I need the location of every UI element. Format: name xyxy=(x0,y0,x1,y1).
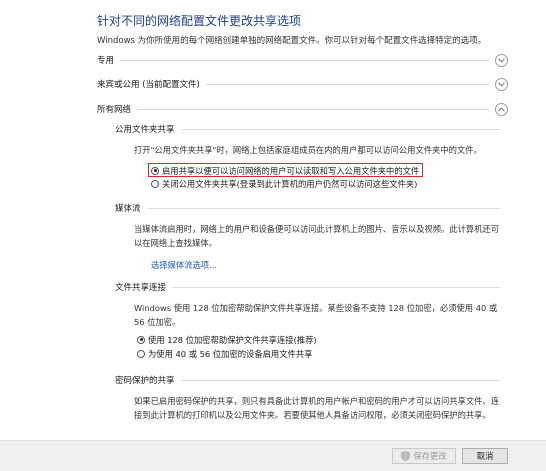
password-protected-sharing-description: 如果已启用密码保护的共享，则只有具备此计算机的用户帐户和密码的用户才可以访问共享… xyxy=(134,396,500,420)
section-private-label: 专用 xyxy=(97,56,115,66)
network-sharing-settings-page: 针对不同的网络配置文件更改共享选项 Windows 为你所使用的每个网络创建单独… xyxy=(0,0,546,471)
password-protected-sharing-heading: 密码保护的共享 xyxy=(115,376,175,386)
radio-button[interactable] xyxy=(151,179,159,188)
media-streaming-description: 当媒体流启用时，网络上的用户和设备便可以访问此计算机上的图片、音乐以及视频。此计… xyxy=(134,224,500,248)
radio-button-selected[interactable] xyxy=(151,166,159,175)
section-guest-public-label: 来宾或公用 (当前配置文件) xyxy=(97,80,200,90)
chevron-down-icon[interactable] xyxy=(495,53,508,67)
section-divider xyxy=(120,59,489,61)
radio-button-selected[interactable] xyxy=(137,335,145,344)
radio-40-56bit-encryption[interactable]: 为使用 40 或 56 位加密的设备启用文件共享 xyxy=(137,347,312,360)
section-all-networks-label: 所有网络 xyxy=(97,105,132,115)
section-private[interactable]: 专用 xyxy=(97,52,508,68)
section-guest-public[interactable]: 来宾或公用 (当前配置文件) xyxy=(97,76,508,92)
radio-disable-public-sharing-label: 关闭公用文件夹共享(登录到此计算机的用户仍然可以访问这些文件夹) xyxy=(162,178,418,189)
media-streaming-header: 媒体流 xyxy=(115,202,501,214)
public-folder-sharing-heading: 公用文件夹共享 xyxy=(115,125,175,135)
subsection-divider xyxy=(146,207,501,209)
subsection-divider xyxy=(172,286,501,288)
radio-button[interactable] xyxy=(137,349,145,358)
media-streaming-options-link[interactable]: 选择媒体流选项... xyxy=(151,259,217,271)
section-divider xyxy=(137,108,489,110)
cancel-button[interactable]: 取消 xyxy=(462,448,508,464)
page-title: 针对不同的网络配置文件更改共享选项 xyxy=(97,14,302,28)
save-changes-label: 保存更改 xyxy=(413,451,447,461)
uac-shield-icon xyxy=(401,451,410,461)
chevron-up-icon[interactable] xyxy=(495,102,508,116)
file-sharing-connections-header: 文件共享连接 xyxy=(115,281,501,293)
radio-128bit-encryption-label: 使用 128 位加密帮助保护文件共享连接(推荐) xyxy=(148,334,317,345)
public-folder-sharing-header: 公用文件夹共享 xyxy=(115,123,501,135)
radio-enable-public-sharing-label: 启用共享以便可以访问网络的用户可以读取和写入公用文件夹中的文件 xyxy=(162,165,420,176)
radio-disable-public-sharing[interactable]: 关闭公用文件夹共享(登录到此计算机的用户仍然可以访问这些文件夹) xyxy=(151,177,417,190)
file-sharing-connections-description: Windows 使用 128 位加密帮助保护文件共享连接。某些设备不支持 128… xyxy=(134,303,498,327)
media-streaming-heading: 媒体流 xyxy=(115,204,141,214)
page-subtitle: Windows 为你所使用的每个网络创建单独的网络配置文件。你可以针对每个配置文… xyxy=(97,36,487,46)
chevron-down-icon[interactable] xyxy=(495,77,508,91)
public-folder-sharing-description: 打开"公用文件夹共享"时，网络上包括家庭组成员在内的用户都可以访问公用文件夹中的… xyxy=(134,145,482,155)
subsection-divider xyxy=(180,128,501,130)
radio-enable-public-sharing[interactable]: 启用共享以便可以访问网络的用户可以读取和写入公用文件夹中的文件 xyxy=(151,164,419,177)
section-divider xyxy=(205,83,489,85)
cancel-label: 取消 xyxy=(476,451,494,461)
radio-128bit-encryption[interactable]: 使用 128 位加密帮助保护文件共享连接(推荐) xyxy=(137,333,317,346)
file-sharing-connections-heading: 文件共享连接 xyxy=(115,283,167,293)
password-protected-sharing-header: 密码保护的共享 xyxy=(115,374,501,386)
radio-40-56bit-encryption-label: 为使用 40 或 56 位加密的设备启用文件共享 xyxy=(148,348,313,359)
section-all-networks[interactable]: 所有网络 xyxy=(97,101,508,117)
subsection-divider xyxy=(180,379,501,381)
save-changes-button[interactable]: 保存更改 xyxy=(392,448,456,464)
